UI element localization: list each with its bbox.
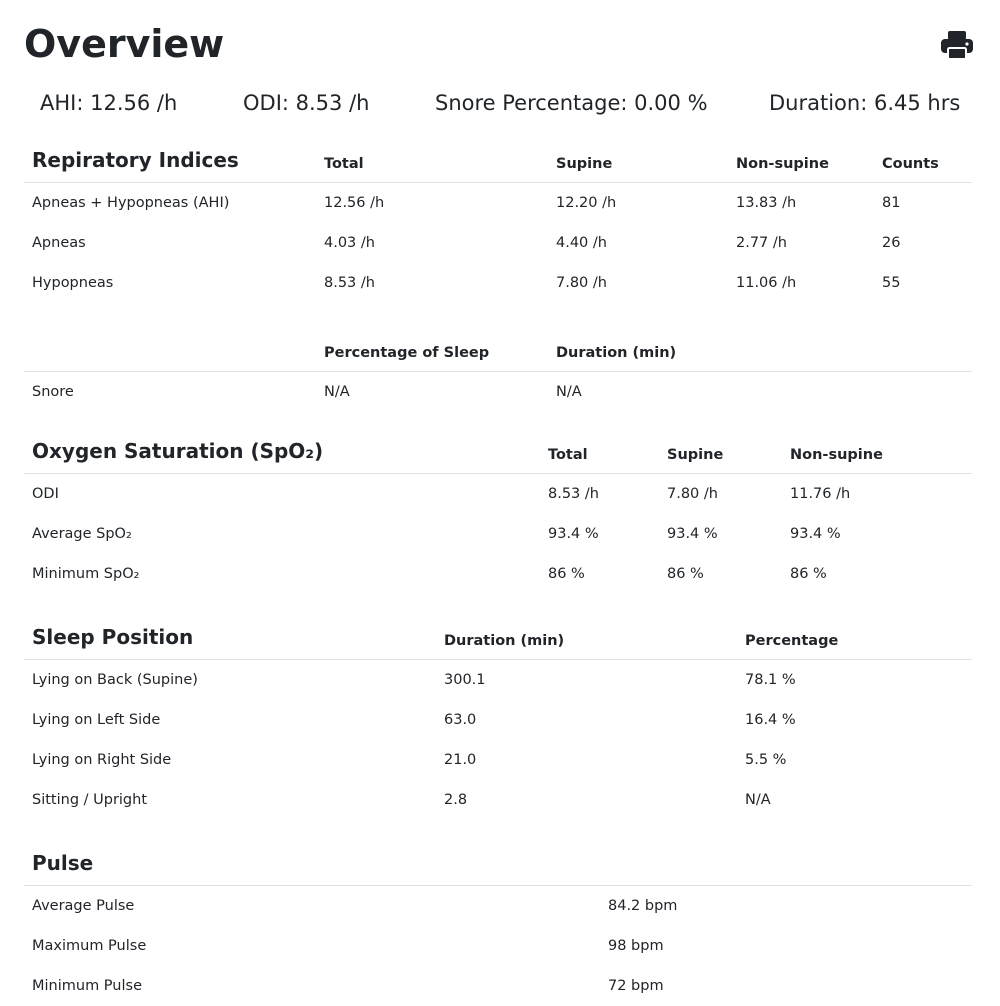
cell-value: 81 bbox=[882, 195, 901, 211]
print-button[interactable] bbox=[940, 30, 974, 60]
cell-value: 2.8 bbox=[444, 792, 468, 808]
cell-value: 86 % bbox=[548, 566, 585, 582]
cell-value: 4.40 /h bbox=[556, 235, 607, 251]
column-header: Duration (min) bbox=[556, 345, 677, 361]
cell-value: 16.4 % bbox=[745, 712, 796, 728]
table-row: Maximum Pulse 98 bpm bbox=[24, 926, 972, 966]
cell-value: N/A bbox=[745, 792, 771, 808]
column-header: Supine bbox=[556, 156, 613, 172]
cell-value: 84.2 bpm bbox=[608, 898, 678, 914]
column-header bbox=[24, 321, 316, 372]
cell-value: 93.4 % bbox=[548, 526, 599, 542]
cell-value: 26 bbox=[882, 235, 901, 251]
row-label: Average SpO₂ bbox=[32, 526, 132, 542]
cell-value: 11.76 /h bbox=[790, 486, 851, 502]
cell-value: 8.53 /h bbox=[324, 275, 375, 291]
cell-value: 8.53 /h bbox=[548, 486, 599, 502]
row-label: Apneas + Hypopneas (AHI) bbox=[32, 195, 230, 211]
summary-ahi: AHI: 12.56 /h bbox=[40, 91, 178, 115]
cell-value: 86 % bbox=[790, 566, 827, 582]
cell-value: 93.4 % bbox=[790, 526, 841, 542]
sleep-position-table: Sleep Position Duration (min) Percentage… bbox=[24, 609, 972, 820]
cell-value: 7.80 /h bbox=[667, 486, 718, 502]
table-row: Apneas + Hypopneas (AHI) 12.56 /h 12.20 … bbox=[24, 183, 972, 224]
cell-value: 98 bpm bbox=[608, 938, 664, 954]
cell-value: N/A bbox=[556, 384, 582, 400]
respiratory-heading: Repiratory Indices bbox=[32, 148, 239, 172]
oxygen-heading: Oxygen Saturation (SpO₂) bbox=[32, 439, 324, 463]
cell-value: 300.1 bbox=[444, 672, 486, 688]
table-row: Lying on Right Side 21.0 5.5 % bbox=[24, 740, 972, 780]
table-row: Lying on Back (Supine) 300.1 78.1 % bbox=[24, 660, 972, 701]
cell-value: 78.1 % bbox=[745, 672, 796, 688]
cell-value: 93.4 % bbox=[667, 526, 718, 542]
pulse-table: Pulse Average Pulse 84.2 bpm Maximum Pul… bbox=[24, 835, 973, 1006]
printer-icon bbox=[941, 31, 973, 60]
summary-snore: Snore Percentage: 0.00 % bbox=[435, 91, 708, 115]
table-row: Minimum SpO₂ 86 % 86 % 86 % bbox=[24, 554, 972, 594]
summary-odi: ODI: 8.53 /h bbox=[243, 91, 370, 115]
cell-value: 72 bpm bbox=[608, 978, 664, 994]
row-label: Apneas bbox=[32, 235, 86, 251]
cell-value: 4.03 /h bbox=[324, 235, 375, 251]
table-row: Average Pulse 84.2 bpm bbox=[24, 886, 972, 927]
row-label: Hypopneas bbox=[32, 275, 114, 291]
column-header: Total bbox=[548, 447, 588, 463]
row-label: Maximum Pulse bbox=[32, 938, 147, 954]
column-header: Duration (min) bbox=[444, 633, 565, 649]
column-header: Counts bbox=[882, 156, 939, 172]
oxygen-table: Oxygen Saturation (SpO₂) Total Supine No… bbox=[24, 423, 972, 594]
column-header: Percentage bbox=[745, 633, 839, 649]
column-header: Total bbox=[324, 156, 364, 172]
sleep-position-heading: Sleep Position bbox=[32, 625, 194, 649]
row-label: Minimum Pulse bbox=[32, 978, 142, 994]
cell-value: 12.20 /h bbox=[556, 195, 617, 211]
row-label: Average Pulse bbox=[32, 898, 135, 914]
row-label: Lying on Back (Supine) bbox=[32, 672, 198, 688]
row-label: Lying on Left Side bbox=[32, 712, 161, 728]
row-label: ODI bbox=[32, 486, 59, 502]
summary-bar: AHI: 12.56 /h ODI: 8.53 /h Snore Percent… bbox=[0, 88, 1000, 118]
cell-value: 86 % bbox=[667, 566, 704, 582]
cell-value: 5.5 % bbox=[745, 752, 787, 768]
cell-value: 13.83 /h bbox=[736, 195, 797, 211]
cell-value: 21.0 bbox=[444, 752, 477, 768]
pulse-heading: Pulse bbox=[32, 851, 94, 875]
page-title: Overview bbox=[24, 22, 225, 66]
table-row: Lying on Left Side 63.0 16.4 % bbox=[24, 700, 972, 740]
table-row: ODI 8.53 /h 7.80 /h 11.76 /h bbox=[24, 474, 972, 515]
cell-value: 63.0 bbox=[444, 712, 477, 728]
table-row: Apneas 4.03 /h 4.40 /h 2.77 /h 26 bbox=[24, 223, 972, 263]
cell-value: 55 bbox=[882, 275, 901, 291]
cell-value: N/A bbox=[324, 384, 350, 400]
cell-value: 12.56 /h bbox=[324, 195, 385, 211]
row-label: Sitting / Upright bbox=[32, 792, 148, 808]
cell-value: 7.80 /h bbox=[556, 275, 607, 291]
column-header: Non-supine bbox=[736, 156, 829, 172]
row-label: Snore bbox=[32, 384, 74, 400]
column-header: Supine bbox=[667, 447, 724, 463]
cell-value: 2.77 /h bbox=[736, 235, 787, 251]
summary-duration: Duration: 6.45 hrs bbox=[769, 91, 961, 115]
respiratory-table: Repiratory Indices Total Supine Non-supi… bbox=[24, 132, 972, 303]
table-row: Sitting / Upright 2.8 N/A bbox=[24, 780, 972, 820]
table-row: Hypopneas 8.53 /h 7.80 /h 11.06 /h 55 bbox=[24, 263, 972, 303]
column-header: Percentage of Sleep bbox=[324, 345, 490, 361]
snore-table: Percentage of Sleep Duration (min) Snore… bbox=[24, 321, 972, 412]
table-row: Average SpO₂ 93.4 % 93.4 % 93.4 % bbox=[24, 514, 972, 554]
column-header: Non-supine bbox=[790, 447, 883, 463]
cell-value: 11.06 /h bbox=[736, 275, 797, 291]
table-row: Minimum Pulse 72 bpm bbox=[24, 966, 972, 1006]
row-label: Lying on Right Side bbox=[32, 752, 172, 768]
row-label: Minimum SpO₂ bbox=[32, 566, 140, 582]
table-row: Snore N/A N/A bbox=[24, 372, 972, 413]
